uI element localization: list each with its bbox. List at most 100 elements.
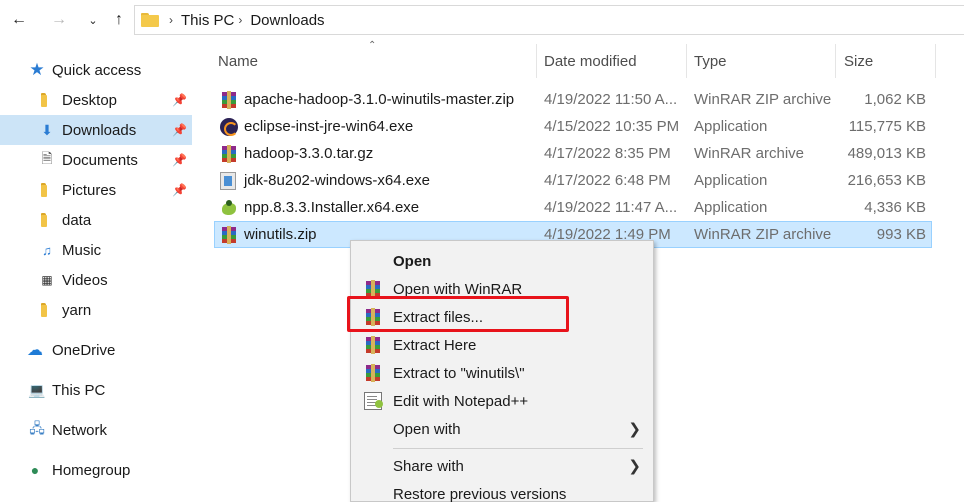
file-name: eclipse-inst-jre-win64.exe [244,118,414,135]
folder-icon [38,211,56,229]
menu-item-share-with[interactable]: Share with ❯ [351,452,653,480]
column-divider[interactable] [935,44,936,78]
menu-item-open[interactable]: Open [351,247,653,275]
sidebar-item-label: Pictures [62,181,117,199]
back-arrow-icon[interactable]: ← [8,9,30,31]
sidebar-item-label: Downloads [62,121,137,139]
pictures-folder-icon [38,181,56,199]
menu-item-label: Open with WinRAR [393,280,523,298]
annotation-highlight-box [347,296,569,332]
navigation-bar: ← → ⌄ ↑ › This PC › Downloads [0,0,964,40]
winrar-icon [364,364,382,382]
sidebar-item-music[interactable]: ♫ Music [0,235,192,265]
file-date: 4/19/2022 11:47 A... [544,199,678,216]
menu-item-label: Edit with Notepad++ [393,392,529,410]
computer-icon: 💻 [28,381,46,398]
homegroup-icon: ● [30,462,40,478]
sidebar-item-data[interactable]: data [0,205,192,235]
sidebar-item-this-pc[interactable]: 💻 This PC [0,375,192,405]
pin-icon[interactable]: 📌 [172,123,187,137]
column-divider[interactable] [536,44,537,78]
eclipse-icon [220,118,238,136]
column-header-name[interactable]: Name [218,44,536,78]
file-row[interactable]: apache-hadoop-3.1.0-winutils-master.zip … [214,86,932,113]
sidebar-item-label: This PC [52,381,106,399]
file-row[interactable]: npp.8.3.3.Installer.x64.exe 4/19/2022 11… [214,194,932,221]
forward-arrow-icon[interactable]: → [48,9,70,31]
file-type: WinRAR ZIP archive [694,91,832,108]
file-size: 993 KB [876,226,926,243]
menu-item-edit-with-notepadpp[interactable]: Edit with Notepad++ [351,387,653,415]
sidebar-item-onedrive[interactable]: ☁ OneDrive [0,335,192,365]
sidebar-item-quick-access[interactable]: ★ Quick access [0,55,192,85]
file-date: 4/17/2022 6:48 PM [544,172,671,189]
sidebar-item-pictures[interactable]: Pictures 📌 [0,175,192,205]
sidebar-item-label: Homegroup [52,461,131,479]
notepadpp-icon [220,199,238,217]
menu-separator [393,448,643,449]
menu-item-label: Open with [393,420,461,438]
file-date: 4/17/2022 8:35 PM [544,145,671,162]
sidebar-item-documents[interactable]: 🗎 Documents 📌 [0,145,192,175]
menu-item-extract-here[interactable]: Extract Here [351,331,653,359]
file-date: 4/15/2022 10:35 PM [544,118,680,135]
file-size: 115,775 KB [848,118,926,135]
network-icon: 🖧 [29,420,45,436]
menu-item-extract-to-folder[interactable]: Extract to "winutils\" [351,359,653,387]
sidebar-item-label: Documents [62,151,138,169]
sidebar-item-desktop[interactable]: Desktop 📌 [0,85,192,115]
menu-item-label: Extract to "winutils\" [393,364,525,382]
file-size: 1,062 KB [864,91,926,108]
sidebar-item-videos[interactable]: ▦ Videos [0,265,192,295]
column-divider[interactable] [686,44,687,78]
cloud-icon: ☁ [27,342,43,359]
file-type: WinRAR ZIP archive [694,226,832,243]
breadcrumb-this-pc[interactable]: This PC [181,12,234,29]
file-size: 489,013 KB [847,145,926,162]
breadcrumb-downloads[interactable]: Downloads [250,12,324,29]
file-size: 216,653 KB [847,172,926,189]
file-name: winutils.zip [244,226,317,243]
sidebar-item-label: Music [62,241,102,259]
pin-icon[interactable]: 📌 [172,153,187,167]
winrar-icon [220,145,238,163]
pin-icon[interactable]: 📌 [172,93,187,107]
file-type: Application [694,118,768,135]
file-type: Application [694,199,768,216]
up-arrow-icon[interactable]: ↑ [108,9,130,31]
sidebar-item-label: Desktop [62,91,118,109]
sidebar-item-downloads[interactable]: ⬇ Downloads 📌 [0,115,192,145]
file-row[interactable]: jdk-8u202-windows-x64.exe 4/17/2022 6:48… [214,167,932,194]
winrar-icon [220,226,238,244]
file-size: 4,336 KB [864,199,926,216]
chevron-right-icon: ❯ [628,458,641,475]
column-header-type[interactable]: Type [694,44,834,78]
menu-item-label: Restore previous versions [393,485,567,502]
pin-icon[interactable]: 📌 [172,183,187,197]
address-bar[interactable]: › This PC › Downloads [134,5,964,35]
installer-icon [220,172,238,190]
navigation-pane: ★ Quick access Desktop 📌 ⬇ Downloads 📌 🗎… [0,40,200,502]
sidebar-item-label: OneDrive [52,341,116,359]
file-row[interactable]: hadoop-3.3.0.tar.gz 4/17/2022 8:35 PM Wi… [214,140,932,167]
star-icon: ★ [29,60,45,79]
sidebar-item-yarn[interactable]: yarn [0,295,192,325]
column-header-size[interactable]: Size [844,44,934,78]
context-menu: Open Open with WinRAR Extract files... E… [350,240,654,502]
sidebar-item-homegroup[interactable]: ● Homegroup [0,455,192,485]
file-row[interactable]: eclipse-inst-jre-win64.exe 4/15/2022 10:… [214,113,932,140]
file-name: hadoop-3.3.0.tar.gz [244,145,374,162]
file-name: npp.8.3.3.Installer.x64.exe [244,199,420,216]
videos-folder-icon: ▦ [41,273,53,287]
sidebar-item-label: Network [52,421,108,439]
menu-item-label: Extract Here [393,336,477,354]
menu-item-open-with[interactable]: Open with ❯ [351,415,653,443]
breadcrumb-separator-icon: › [238,13,243,27]
column-header-date-modified[interactable]: Date modified [544,44,686,78]
recent-locations-chevron-icon[interactable]: ⌄ [82,9,104,31]
menu-item-restore-previous-versions[interactable]: Restore previous versions [351,480,653,502]
file-name: jdk-8u202-windows-x64.exe [244,172,430,189]
sidebar-item-network[interactable]: 🖧 Network [0,415,192,445]
column-divider[interactable] [835,44,836,78]
sidebar-item-label: Videos [62,271,108,289]
